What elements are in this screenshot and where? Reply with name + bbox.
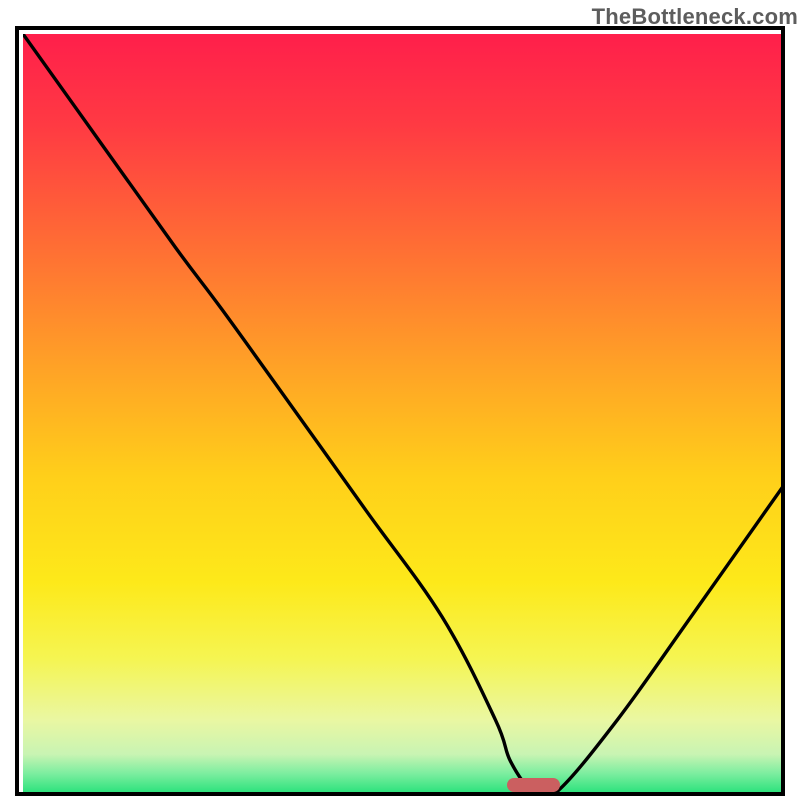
bottleneck-curve [23,34,785,796]
trough-marker [507,778,560,792]
chart-frame [15,26,785,796]
curve-path [23,34,785,796]
plot-border [15,26,785,796]
